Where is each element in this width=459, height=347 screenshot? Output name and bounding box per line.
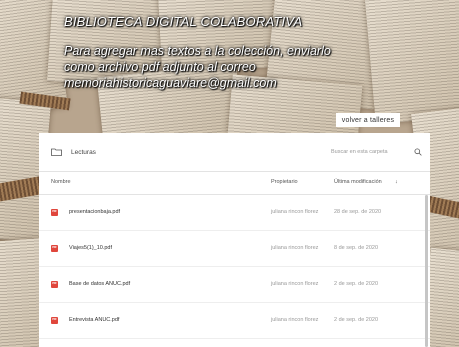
file-table-header: Nombre Propietario Última modificación ↓ [39,172,430,195]
search-icon[interactable] [414,148,422,156]
page-title: BIBLIOTECA DIGITAL COLABORATIVA [64,14,303,29]
file-name[interactable]: Viajes5(1)_10.pdf [69,245,112,251]
pdf-file-icon: PDF [51,317,58,324]
file-list-scrollbar[interactable] [425,195,428,347]
file-row[interactable]: PDF Entrevista ANUC.pdf juliana rincon f… [39,303,430,339]
file-owner: juliana rincon florez [271,245,319,251]
scrollbar-thumb[interactable] [425,195,428,347]
column-header-modified[interactable]: Última modificación [334,179,382,185]
pdf-file-icon: PDF [51,245,58,252]
pdf-file-icon: PDF [51,209,58,216]
sort-arrow-icon[interactable]: ↓ [395,179,398,185]
drive-folder-panel: Lecturas Nombre Propietario Última modif… [39,133,430,347]
pdf-file-icon: PDF [51,281,58,288]
file-owner: juliana rincon florez [271,281,319,287]
page-header: BIBLIOTECA DIGITAL COLABORATIVA Para agr… [64,14,364,91]
column-header-owner[interactable]: Propietario [271,179,298,185]
instructions-line-2: como archivo pdf adjunto al correo [64,60,256,74]
file-row[interactable]: PDF Base de datos ANUC.pdf juliana rinco… [39,267,430,303]
folder-toolbar: Lecturas [39,133,430,172]
file-owner: juliana rincon florez [271,209,319,215]
folder-search-input[interactable] [331,147,411,157]
instructions-line-1: Para agregar mas textos a la colección, … [64,44,331,58]
file-name[interactable]: presentacionbaja.pdf [69,209,120,215]
file-owner: juliana rincon florez [271,317,319,323]
file-name[interactable]: Base de datos ANUC.pdf [69,281,130,287]
file-row[interactable]: PDF Viajes5(1)_10.pdf juliana rincon flo… [39,231,430,267]
return-to-workshops-button[interactable]: volver a talleres [336,113,400,127]
file-modified-date: 2 de sep. de 2020 [334,317,379,323]
file-row[interactable]: PDF presentacionbaja.pdf juliana rincon … [39,195,430,231]
file-name[interactable]: Entrevista ANUC.pdf [69,317,119,323]
contact-email[interactable]: memoriahistoricaguaviare@gmail.com [64,75,364,91]
file-modified-date: 28 de sep. de 2020 [334,209,382,215]
folder-icon [51,148,62,156]
folder-name[interactable]: Lecturas [71,149,96,156]
file-modified-date: 8 de sep. de 2020 [334,245,379,251]
file-modified-date: 2 de sep. de 2020 [334,281,379,287]
column-header-name[interactable]: Nombre [51,179,71,185]
